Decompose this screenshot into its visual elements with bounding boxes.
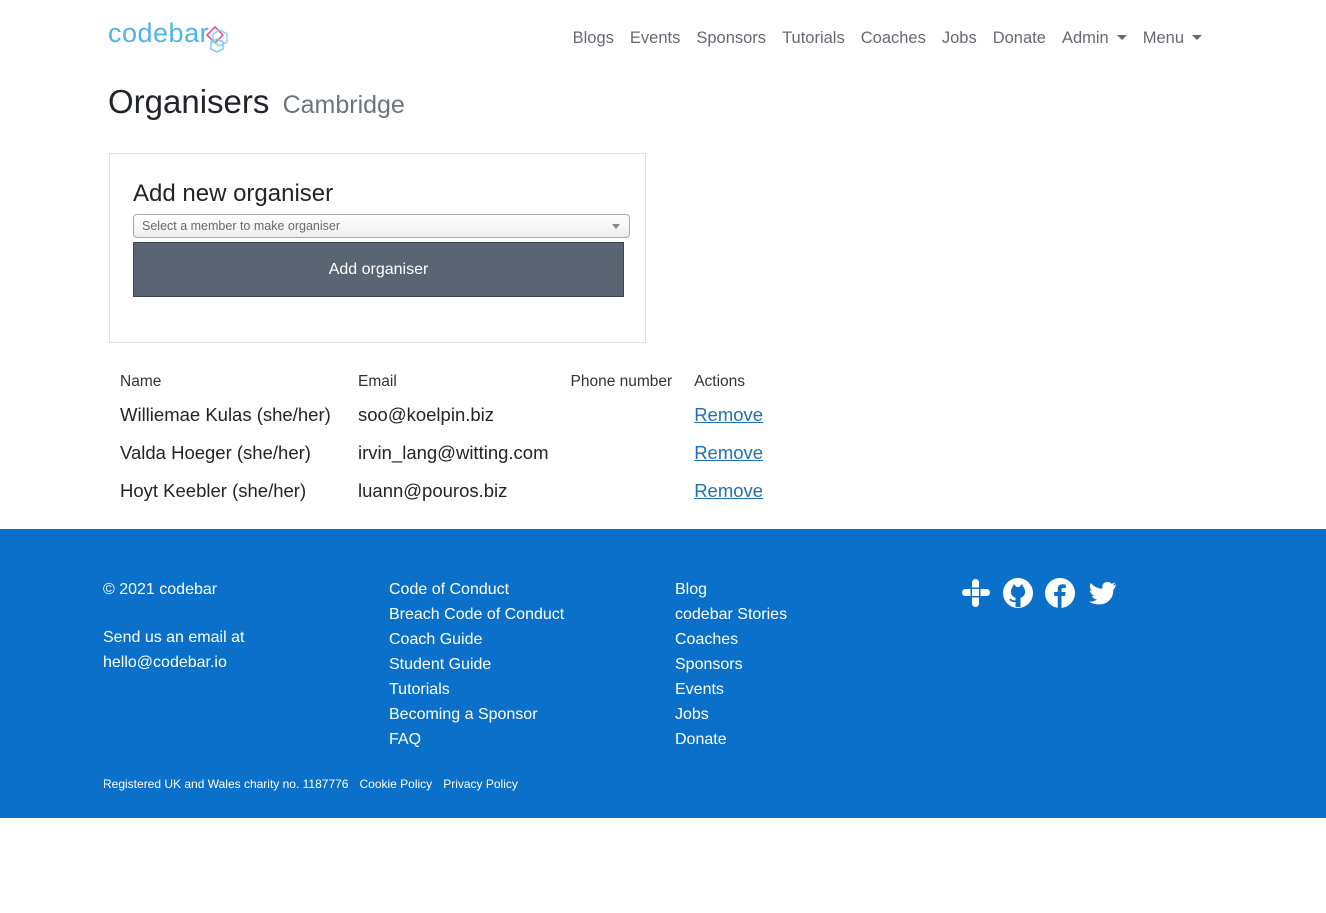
site-footer: © 2021 codebar Send us an email at hello… xyxy=(0,529,1326,818)
footer-links-guides: Code of Conduct Breach Code of Conduct C… xyxy=(389,577,564,752)
nav-jobs[interactable]: Jobs xyxy=(934,26,985,50)
organiser-phone xyxy=(560,472,684,510)
organiser-name: Hoyt Keebler (she/her) xyxy=(120,480,307,501)
footer-link-stories[interactable]: codebar Stories xyxy=(675,602,787,627)
nav-menu-label: Menu xyxy=(1142,29,1184,47)
social-links xyxy=(960,577,1118,609)
nav-admin-dropdown[interactable]: Admin xyxy=(1054,26,1135,50)
column-header-actions: Actions xyxy=(694,373,746,390)
organiser-phone xyxy=(560,396,684,434)
footer-link-sponsors[interactable]: Sponsors xyxy=(675,652,787,677)
organiser-email: soo@koelpin.biz xyxy=(358,404,495,425)
footer-link-student-guide[interactable]: Student Guide xyxy=(389,652,564,677)
footer-legal: Registered UK and Wales charity no. 1187… xyxy=(103,777,518,791)
footer-email-intro: Send us an email at xyxy=(103,629,245,646)
nav-tutorials[interactable]: Tutorials xyxy=(774,26,853,50)
footer-link-blog[interactable]: Blog xyxy=(675,577,787,602)
organiser-email: luann@pouros.biz xyxy=(358,480,508,501)
member-select[interactable]: Select a member to make organiser xyxy=(133,214,630,238)
privacy-policy-link[interactable]: Privacy Policy xyxy=(443,777,518,791)
charity-number: Registered UK and Wales charity no. 1187… xyxy=(103,777,349,791)
footer-email-link[interactable]: hello@codebar.io xyxy=(103,650,244,675)
github-icon[interactable] xyxy=(1002,577,1034,609)
organiser-phone xyxy=(560,434,684,472)
table-row: Valda Hoeger (she/her) irvin_lang@wittin… xyxy=(109,434,774,472)
remove-link[interactable]: Remove xyxy=(694,442,763,463)
logo-text: codebar xyxy=(108,18,210,48)
footer-link-coaches[interactable]: Coaches xyxy=(675,627,787,652)
footer-link-breach-code[interactable]: Breach Code of Conduct xyxy=(389,602,564,627)
footer-link-tutorials[interactable]: Tutorials xyxy=(389,677,564,702)
table-row: Williemae Kulas (she/her) soo@koelpin.bi… xyxy=(109,396,774,434)
organiser-name: Valda Hoeger (she/her) xyxy=(120,442,311,463)
facebook-icon[interactable] xyxy=(1044,577,1076,609)
column-header-name: Name xyxy=(120,373,162,390)
add-organiser-card: Add new organiser Select a member to mak… xyxy=(109,153,646,343)
nav-events[interactable]: Events xyxy=(622,26,688,50)
nav-donate[interactable]: Donate xyxy=(985,26,1054,50)
footer-link-donate[interactable]: Donate xyxy=(675,727,787,752)
codebar-logo[interactable]: codebar xyxy=(108,18,232,58)
footer-link-faq[interactable]: FAQ xyxy=(389,727,564,752)
main-nav: Blogs Events Sponsors Tutorials Coaches … xyxy=(565,26,1210,50)
chevron-down-icon xyxy=(612,224,620,229)
page-title-text: Organisers xyxy=(108,83,270,120)
footer-link-becoming-sponsor[interactable]: Becoming a Sponsor xyxy=(389,702,564,727)
cookie-policy-link[interactable]: Cookie Policy xyxy=(359,777,432,791)
page-subtitle: Cambridge xyxy=(282,91,405,119)
logo-mark-icon xyxy=(205,25,232,56)
organiser-name: Williemae Kulas (she/her) xyxy=(120,404,331,425)
footer-contact: Send us an email at hello@codebar.io xyxy=(103,625,244,675)
slack-icon[interactable] xyxy=(960,577,992,609)
nav-blogs[interactable]: Blogs xyxy=(565,26,622,50)
member-select-placeholder: Select a member to make organiser xyxy=(142,219,341,233)
add-organiser-button[interactable]: Add organiser xyxy=(133,242,624,297)
footer-copyright: © 2021 codebar xyxy=(103,581,218,598)
footer-link-code-of-conduct[interactable]: Code of Conduct xyxy=(389,577,564,602)
footer-link-events[interactable]: Events xyxy=(675,677,787,702)
footer-link-jobs[interactable]: Jobs xyxy=(675,702,787,727)
remove-link[interactable]: Remove xyxy=(694,480,763,501)
page-title: Organisers Cambridge xyxy=(108,82,405,125)
organiser-email: irvin_lang@witting.com xyxy=(358,442,549,463)
nav-sponsors[interactable]: Sponsors xyxy=(688,26,774,50)
nav-coaches[interactable]: Coaches xyxy=(853,26,934,50)
organisers-table: Name Email Phone number Actions Williema… xyxy=(109,368,774,510)
nav-admin-label: Admin xyxy=(1061,29,1109,47)
remove-link[interactable]: Remove xyxy=(694,404,763,425)
twitter-icon[interactable] xyxy=(1086,577,1118,609)
footer-link-coach-guide[interactable]: Coach Guide xyxy=(389,627,564,652)
add-organiser-heading: Add new organiser xyxy=(133,180,334,207)
column-header-email: Email xyxy=(358,373,397,390)
table-header-row: Name Email Phone number Actions xyxy=(109,368,774,396)
column-header-phone: Phone number xyxy=(570,373,673,390)
footer-links-site: Blog codebar Stories Coaches Sponsors Ev… xyxy=(675,577,787,752)
table-row: Hoyt Keebler (she/her) luann@pouros.biz … xyxy=(109,472,774,510)
nav-menu-dropdown[interactable]: Menu xyxy=(1135,26,1210,50)
